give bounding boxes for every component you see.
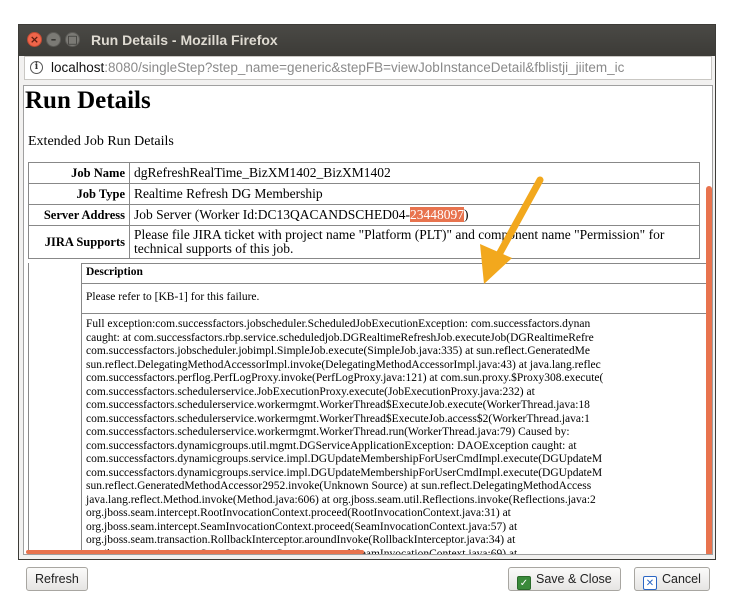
exception-trace: Full exception:com.successfactors.jobsch… [82, 314, 709, 554]
trace-line: com.successfactors.schedulerservice.work… [86, 412, 590, 425]
browser-window: × – □ Run Details - Mozilla Firefox i lo… [18, 24, 716, 560]
trace-line: Full exception:com.successfactors.jobsch… [86, 318, 591, 330]
trace-line: java.lang.reflect.Method.invoke(Method.j… [86, 493, 596, 506]
page-content: Run Details Extended Job Run Details Job… [23, 85, 713, 555]
url-path: :8080/singleStep?step_name=generic&stepF… [104, 60, 625, 75]
trace-line: com.successfactors.schedulerservice.work… [86, 399, 590, 411]
trace-line: com.successfactors.dynamicgroups.service… [86, 453, 603, 465]
window-minimize-icon[interactable]: – [46, 32, 61, 47]
trace-line: sun.reflect.DelegatingMethodAccessorImpl… [86, 358, 601, 371]
horizontal-scrollbar[interactable] [26, 550, 364, 554]
job-type-value: Realtime Refresh DG Membership [129, 183, 700, 205]
page-subtitle: Extended Job Run Details [28, 134, 174, 149]
description-header: Description [82, 264, 709, 284]
jira-supports-value: Please file JIRA ticket with project nam… [129, 225, 700, 259]
trace-line: com.successfactors.schedulerservice.work… [86, 426, 570, 438]
trace-line: com.successfactors.jobscheduler.jobimpl.… [86, 345, 590, 357]
vertical-scrollbar[interactable] [706, 186, 712, 554]
url-text[interactable]: localhost:8080/singleStep?step_name=gene… [51, 57, 624, 79]
job-type-label: Job Type [28, 183, 130, 205]
server-address-value: Job Server (Worker Id:DC13QACANDSCHED04-… [129, 204, 700, 226]
table-row: JIRA Supports Please file JIRA ticket wi… [28, 225, 700, 259]
cancel-icon: ✕ [643, 576, 657, 590]
site-info-icon[interactable]: i [30, 61, 43, 74]
description-panel: Description Please refer to [KB-1] for t… [81, 263, 709, 554]
trace-line: sun.reflect.GeneratedMethodAccessor2952.… [86, 480, 592, 492]
refresh-button[interactable]: Refresh [26, 567, 88, 591]
cancel-label: Cancel [662, 572, 701, 586]
url-bar[interactable]: i localhost:8080/singleStep?step_name=ge… [24, 56, 712, 80]
trace-line: com.successfactors.dynamicgroups.util.mg… [86, 439, 577, 452]
save-icon: ✓ [517, 576, 531, 590]
title-bar: × – □ Run Details - Mozilla Firefox [19, 25, 715, 56]
trace-line: com.successfactors.schedulerservice.JobE… [86, 385, 535, 398]
job-name-value: dgRefreshRealTime_BizXM1402_BizXM1402 [129, 162, 700, 184]
trace-line: org.jboss.seam.intercept.RootInvocationC… [86, 507, 511, 519]
url-host: localhost [51, 60, 105, 75]
jira-supports-label: JIRA Supports [28, 225, 130, 259]
job-info-table: Job Name dgRefreshRealTime_BizXM1402_Biz… [28, 162, 700, 259]
trace-line: com.successfactors.dynamicgroups.service… [86, 466, 603, 479]
trace-line: org.jboss.seam.transaction.RollbackInter… [86, 534, 516, 546]
trace-line: caught: at com.successfactors.rbp.servic… [86, 331, 594, 344]
description-frame: Description Please refer to [KB-1] for t… [28, 263, 709, 554]
page-title: Run Details [25, 87, 151, 114]
table-row: Job Name dgRefreshRealTime_BizXM1402_Biz… [28, 162, 700, 184]
window-title: Run Details - Mozilla Firefox [91, 32, 278, 48]
save-close-button[interactable]: ✓ Save & Close [508, 567, 621, 591]
description-note: Please refer to [KB-1] for this failure. [82, 284, 709, 314]
window-maximize-icon[interactable]: □ [65, 32, 80, 47]
window-close-icon[interactable]: × [27, 32, 42, 47]
server-address-label: Server Address [28, 204, 130, 226]
save-close-label: Save & Close [536, 572, 612, 586]
table-row: Server Address Job Server (Worker Id:DC1… [28, 204, 700, 226]
server-prefix: Job Server (Worker Id:DC13QACANDSCHED04- [134, 207, 411, 222]
table-row: Job Type Realtime Refresh DG Membership [28, 183, 700, 205]
cancel-button[interactable]: ✕ Cancel [634, 567, 710, 591]
trace-line: org.jboss.seam.intercept.SeamInvocationC… [86, 520, 518, 533]
annotation-arrow-icon [480, 176, 544, 284]
trace-line: com.successfactors.perflog.PerfLogProxy.… [86, 372, 604, 384]
job-name-label: Job Name [28, 162, 130, 184]
